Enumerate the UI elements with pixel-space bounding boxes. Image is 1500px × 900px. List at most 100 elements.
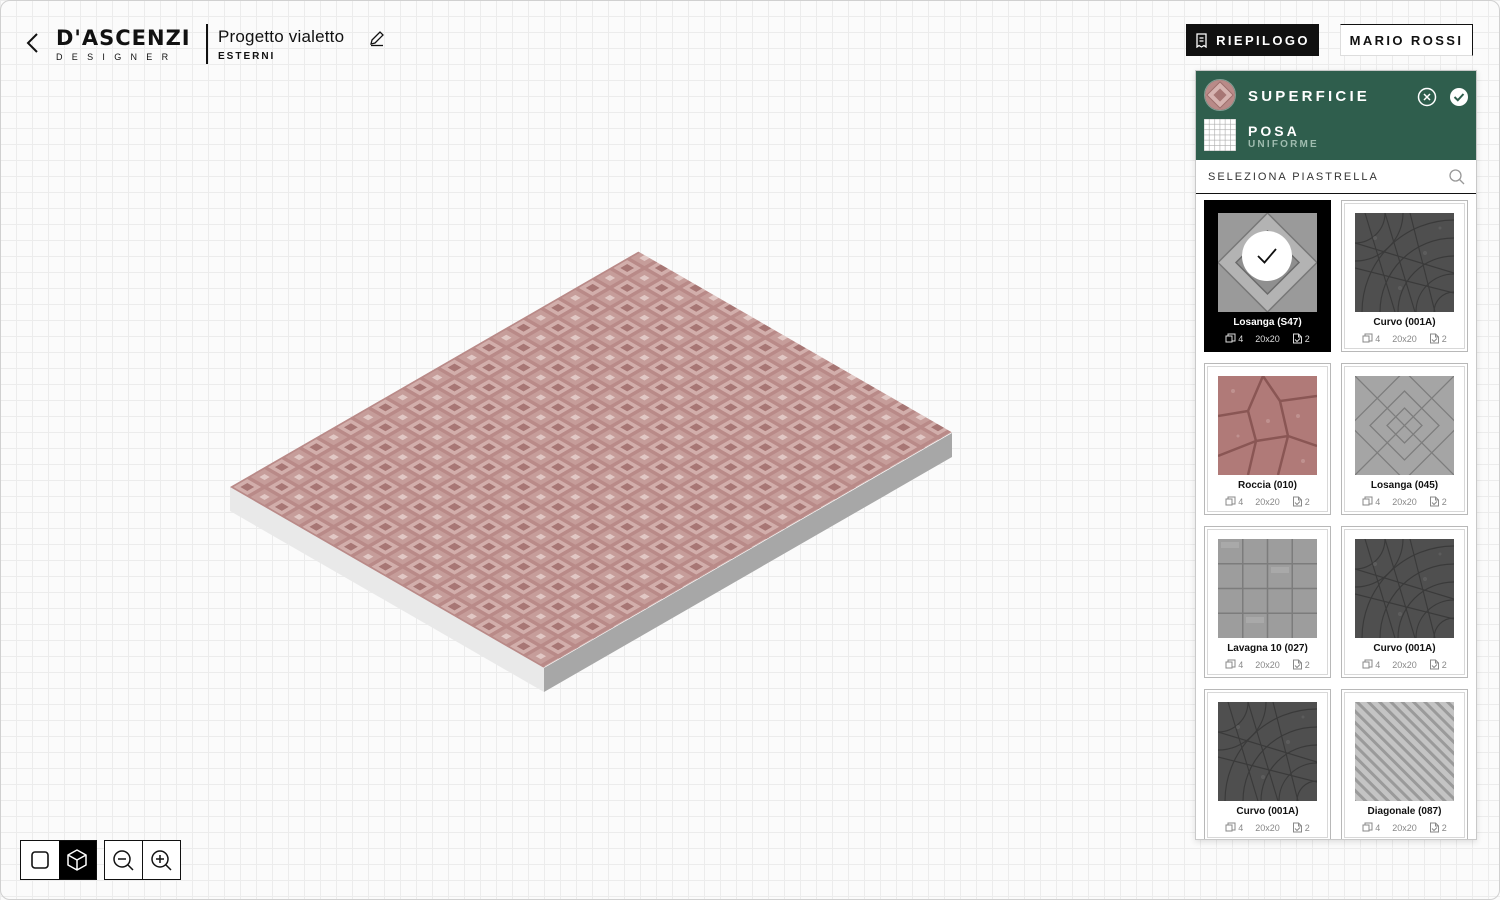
layers-value: 2 — [1441, 822, 1447, 833]
pieces-icon — [1225, 822, 1236, 832]
tile-size: 20x20 — [1392, 496, 1417, 507]
tile-card[interactable]: Curvo (001A) 4 20x20 2 — [1341, 200, 1468, 352]
tile-thumbnail — [1355, 213, 1454, 312]
tile-name: Lavagna 10 (027) — [1227, 643, 1308, 654]
tile-selection-panel: SUPERFICIE POSA UNIFORME Losanga (S47)42… — [1195, 70, 1477, 840]
paving-slab — [230, 251, 952, 692]
user-name: MARIO ROSSI — [1349, 32, 1464, 48]
layers-count: 2 — [1429, 333, 1447, 344]
tile-meta: 4 20x20 2 — [1205, 659, 1330, 670]
pieces-value: 4 — [1238, 659, 1244, 670]
receipt-icon — [1196, 32, 1207, 48]
tile-meta: 4 20x20 2 — [1205, 822, 1330, 833]
pieces-value: 4 — [1238, 822, 1244, 833]
pieces-count: 4 — [1362, 659, 1380, 670]
pieces-count: 4 — [1225, 659, 1243, 670]
tile-name: Curvo (001A) — [1373, 317, 1436, 328]
layers-icon — [1429, 333, 1439, 344]
pieces-icon — [1362, 822, 1373, 832]
pieces-count: 4 — [1225, 822, 1243, 833]
layers-icon — [1429, 496, 1439, 507]
tile-name: Losanga (S47) — [1233, 317, 1302, 328]
riepilogo-label: RIEPILOGO — [1216, 32, 1310, 48]
layers-icon — [1429, 659, 1439, 670]
posa-value: UNIFORME — [1248, 139, 1319, 150]
tile-thumbnail — [1355, 702, 1454, 801]
pieces-count: 4 — [1225, 333, 1243, 344]
close-circle-icon[interactable] — [1417, 87, 1437, 107]
search-icon[interactable] — [1448, 168, 1466, 186]
zoom-out-icon — [113, 850, 134, 871]
view-3d-button[interactable] — [58, 841, 96, 879]
tile-size: 20x20 — [1255, 822, 1280, 833]
tile-search-input[interactable] — [1196, 160, 1446, 193]
layers-count: 2 — [1292, 496, 1310, 507]
zoom-in-button[interactable] — [143, 841, 181, 879]
tile-name: Diagonale (087) — [1367, 806, 1442, 817]
tile-name: Curvo (001A) — [1236, 806, 1299, 817]
tile-name: Curvo (001A) — [1373, 643, 1436, 654]
tile-thumbnail — [1355, 376, 1454, 475]
tile-size: 20x20 — [1392, 333, 1417, 344]
3d-viewport[interactable] — [0, 0, 1180, 830]
tile-thumbnail — [1218, 702, 1317, 801]
tile-meta: 4 20x20 2 — [1342, 496, 1467, 507]
tile-size: 20x20 — [1255, 496, 1280, 507]
pieces-count: 4 — [1362, 333, 1380, 344]
layers-count: 2 — [1429, 822, 1447, 833]
layers-value: 2 — [1304, 659, 1310, 670]
tile-name: Losanga (045) — [1370, 480, 1439, 491]
pieces-value: 4 — [1375, 822, 1381, 833]
pieces-value: 4 — [1375, 496, 1381, 507]
pieces-value: 4 — [1375, 659, 1381, 670]
layers-count: 2 — [1292, 333, 1310, 344]
confirm-check-icon[interactable] — [1449, 87, 1469, 107]
pieces-icon — [1225, 659, 1236, 669]
layers-icon — [1292, 659, 1302, 670]
view-mode-toggle — [20, 840, 97, 880]
tile-card[interactable]: Roccia (010) 4 20x20 2 — [1204, 363, 1331, 515]
pieces-count: 4 — [1362, 822, 1380, 833]
layers-count: 2 — [1429, 496, 1447, 507]
layers-icon — [1292, 496, 1302, 507]
tile-size: 20x20 — [1392, 822, 1417, 833]
pieces-icon — [1225, 333, 1236, 343]
layers-count: 2 — [1429, 659, 1447, 670]
pieces-icon — [1362, 496, 1373, 506]
tile-card[interactable]: Diagonale (087) 4 20x20 2 — [1341, 689, 1468, 839]
layers-icon — [1292, 822, 1302, 833]
tile-thumbnail — [1355, 539, 1454, 638]
pieces-value: 4 — [1238, 496, 1244, 507]
square-2d-icon — [30, 851, 49, 869]
zoom-controls — [104, 840, 181, 880]
posa-thumbnail[interactable] — [1204, 119, 1236, 151]
tile-thumbnail — [1218, 539, 1317, 638]
tile-card[interactable]: Curvo (001A) 4 20x20 2 — [1341, 526, 1468, 678]
tile-thumbnail — [1218, 376, 1317, 475]
surface-label: SUPERFICIE — [1248, 88, 1371, 105]
view-2d-button[interactable] — [21, 841, 59, 879]
tile-card[interactable]: Losanga (045) 4 20x20 2 — [1341, 363, 1468, 515]
riepilogo-button[interactable]: RIEPILOGO — [1186, 24, 1319, 56]
tile-meta: 4 20x20 2 — [1205, 333, 1330, 344]
layers-value: 2 — [1304, 496, 1310, 507]
pieces-value: 4 — [1238, 333, 1244, 344]
layers-value: 2 — [1441, 333, 1447, 344]
pieces-icon — [1362, 333, 1373, 343]
tile-size: 20x20 — [1392, 659, 1417, 670]
posa-label: POSA — [1248, 123, 1300, 139]
tile-name: Roccia (010) — [1238, 480, 1297, 491]
layers-icon — [1292, 333, 1302, 344]
surface-thumbnail[interactable] — [1204, 79, 1236, 111]
tile-card[interactable]: Losanga (S47) 4 20x20 2 — [1204, 200, 1331, 352]
tile-card[interactable]: Curvo (001A) 4 20x20 2 — [1204, 689, 1331, 839]
zoom-out-button[interactable] — [105, 841, 143, 879]
tile-card[interactable]: Lavagna 10 (027) 4 20x20 2 — [1204, 526, 1331, 678]
layers-value: 2 — [1304, 822, 1310, 833]
layers-count: 2 — [1292, 822, 1310, 833]
tile-meta: 4 20x20 2 — [1342, 659, 1467, 670]
tile-search — [1196, 160, 1476, 194]
tile-meta: 4 20x20 2 — [1342, 333, 1467, 344]
tile-meta: 4 20x20 2 — [1205, 496, 1330, 507]
user-menu-button[interactable]: MARIO ROSSI — [1340, 24, 1473, 56]
